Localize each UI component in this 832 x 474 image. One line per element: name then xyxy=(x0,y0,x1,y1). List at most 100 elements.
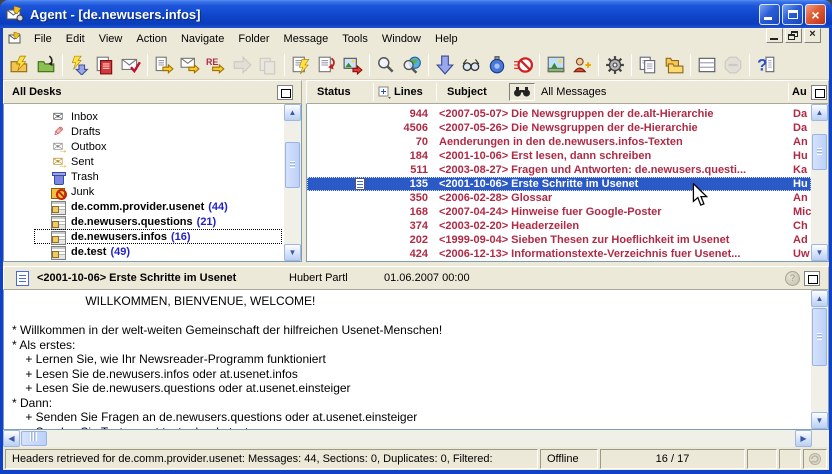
mdi-restore-button[interactable] xyxy=(785,28,802,43)
scroll-thumb[interactable] xyxy=(21,431,47,446)
close-button[interactable]: × xyxy=(805,4,826,25)
column-header-author[interactable]: Au xyxy=(789,81,811,103)
folder-tree-item[interactable]: Junk xyxy=(4,184,284,199)
browse-folder-icon[interactable] xyxy=(33,52,59,78)
followup-icon[interactable] xyxy=(229,52,255,78)
folder-tree-item[interactable]: Trash xyxy=(4,169,284,184)
lines-cell: 135 xyxy=(373,178,435,190)
get-new-headers-icon[interactable] xyxy=(7,52,33,78)
status-cell xyxy=(307,178,373,190)
author-cell: An xyxy=(791,192,811,204)
message-row[interactable]: 350 <2006-02-28> Glossar An xyxy=(307,191,811,205)
launch-attachment-icon[interactable] xyxy=(340,52,366,78)
folder-tree-item[interactable]: de.newusers.infos (16) xyxy=(4,229,284,244)
mdi-close-button[interactable]: × xyxy=(804,28,821,43)
message-row[interactable]: 511 <2003-08-27> Fragen und Antworten: d… xyxy=(307,163,811,177)
find-icon[interactable] xyxy=(373,52,399,78)
message-list-scrollbar[interactable]: ▲ ▼ xyxy=(811,104,828,261)
copy-icon[interactable] xyxy=(635,52,661,78)
menu-item[interactable]: Navigate xyxy=(174,30,231,48)
scroll-thumb[interactable] xyxy=(812,308,827,366)
scroll-down-icon[interactable]: ▼ xyxy=(811,244,828,261)
message-row[interactable]: 202 <1999-09-04> Sieben Thesen zur Hoefl… xyxy=(307,233,811,247)
menu-item[interactable]: View xyxy=(92,30,130,48)
column-header-subject[interactable]: Subject xyxy=(437,81,493,103)
message-row[interactable]: 944 <2007-05-07> Die Newsgruppen der de.… xyxy=(307,107,811,121)
stop-icon[interactable] xyxy=(720,52,746,78)
unread-count: (21) xyxy=(197,216,217,228)
message-info-icon[interactable] xyxy=(785,271,800,286)
maximize-button[interactable] xyxy=(782,4,803,25)
maximize-pane-icon[interactable] xyxy=(811,85,827,100)
next-unread-icon[interactable] xyxy=(432,52,458,78)
filter-selected-value[interactable]: All Messages xyxy=(541,86,606,98)
subject-cell: <2007-04-24> Hinweise fuer Google-Poster xyxy=(435,206,791,218)
scroll-up-icon[interactable]: ▲ xyxy=(284,104,301,121)
message-row[interactable]: 168 <2007-04-24> Hinweise fuer Google-Po… xyxy=(307,205,811,219)
menu-item[interactable]: File xyxy=(27,30,59,48)
get-marked-headers-icon[interactable] xyxy=(66,52,92,78)
scroll-up-icon[interactable]: ▲ xyxy=(811,290,828,307)
add-contact-icon[interactable] xyxy=(569,52,595,78)
menu-item[interactable]: Help xyxy=(428,30,465,48)
folders-icon[interactable] xyxy=(661,52,687,78)
minimize-button[interactable] xyxy=(759,4,780,25)
new-usenet-message-icon[interactable] xyxy=(151,52,177,78)
author-cell: Hu xyxy=(791,178,811,190)
menu-item[interactable]: Window xyxy=(375,30,428,48)
scroll-right-icon[interactable]: ▶ xyxy=(795,430,812,447)
column-header-lines[interactable]: Lines xyxy=(374,81,436,103)
menu-item[interactable]: Tools xyxy=(335,30,375,48)
new-email-icon[interactable] xyxy=(177,52,203,78)
folder-tree-item[interactable]: Drafts xyxy=(4,124,284,139)
preview-horizontal-scrollbar[interactable]: ◀ ▶ xyxy=(3,430,829,447)
menu-item[interactable]: Message xyxy=(277,30,336,48)
maximize-pane-icon[interactable] xyxy=(277,85,293,100)
folder-tree-item[interactable]: Outbox xyxy=(4,139,284,154)
message-row[interactable]: 424 <2006-12-13> Informationstexte-Verze… xyxy=(307,247,811,261)
scroll-thumb[interactable] xyxy=(812,134,827,170)
message-row[interactable]: 374 <2003-02-20> Headerzeilen Ch xyxy=(307,219,811,233)
menu-item[interactable]: Folder xyxy=(231,30,276,48)
view-image-icon[interactable] xyxy=(543,52,569,78)
forward-icon[interactable] xyxy=(255,52,281,78)
message-row[interactable]: 135 <2001-10-06> Erste Schritte im Usene… xyxy=(307,177,811,191)
mdi-minimize-button[interactable] xyxy=(766,28,783,43)
folder-tree-item[interactable]: Inbox xyxy=(4,109,284,124)
scroll-thumb[interactable] xyxy=(285,142,300,188)
preview-scrollbar[interactable]: ▲ ▼ xyxy=(811,290,828,429)
folder-tree-item[interactable]: Sent xyxy=(4,154,284,169)
folder-tree-item[interactable]: de.test (49) xyxy=(4,244,284,259)
folders-scrollbar[interactable]: ▲ ▼ xyxy=(284,104,301,261)
menu-item[interactable]: Edit xyxy=(59,30,92,48)
author-cell: Da xyxy=(791,122,811,134)
author-cell: Da xyxy=(791,108,811,120)
message-row[interactable]: 70 Aenderungen in den de.newusers.infos-… xyxy=(307,135,811,149)
scroll-down-icon[interactable]: ▼ xyxy=(284,244,301,261)
get-body-icon[interactable] xyxy=(288,52,314,78)
help-icon[interactable]: ? xyxy=(753,52,779,78)
column-header-status[interactable]: Status xyxy=(307,81,373,103)
message-list-header: Status Lines Subject All Messages Au xyxy=(306,80,829,104)
check-mail-icon[interactable] xyxy=(118,52,144,78)
folder-tree-item[interactable]: de.newusers.questions (21) xyxy=(4,214,284,229)
kill-filter-icon[interactable] xyxy=(510,52,536,78)
ignore-thread-icon[interactable] xyxy=(484,52,510,78)
message-row[interactable]: 184 <2001-10-06> Erst lesen, dann schrei… xyxy=(307,149,811,163)
author-cell: An xyxy=(791,136,811,148)
get-marked-bodies-icon[interactable] xyxy=(92,52,118,78)
window-layout-icon[interactable] xyxy=(694,52,720,78)
scroll-down-icon[interactable]: ▼ xyxy=(811,412,828,429)
save-message-icon[interactable] xyxy=(314,52,340,78)
menu-item[interactable]: Action xyxy=(129,30,174,48)
watch-thread-icon[interactable] xyxy=(458,52,484,78)
settings-gear-icon[interactable] xyxy=(602,52,628,78)
reply-icon[interactable]: RE xyxy=(203,52,229,78)
message-row[interactable]: 4506 <2007-05-26> Die Newsgruppen der de… xyxy=(307,121,811,135)
scroll-left-icon[interactable]: ◀ xyxy=(3,430,20,447)
filter-binoculars-icon[interactable] xyxy=(509,83,535,101)
maximize-pane-icon[interactable] xyxy=(804,271,820,286)
scroll-up-icon[interactable]: ▲ xyxy=(811,104,828,121)
online-search-icon[interactable] xyxy=(399,52,425,78)
folder-tree-item[interactable]: de.comm.provider.usenet (44) xyxy=(4,199,284,214)
